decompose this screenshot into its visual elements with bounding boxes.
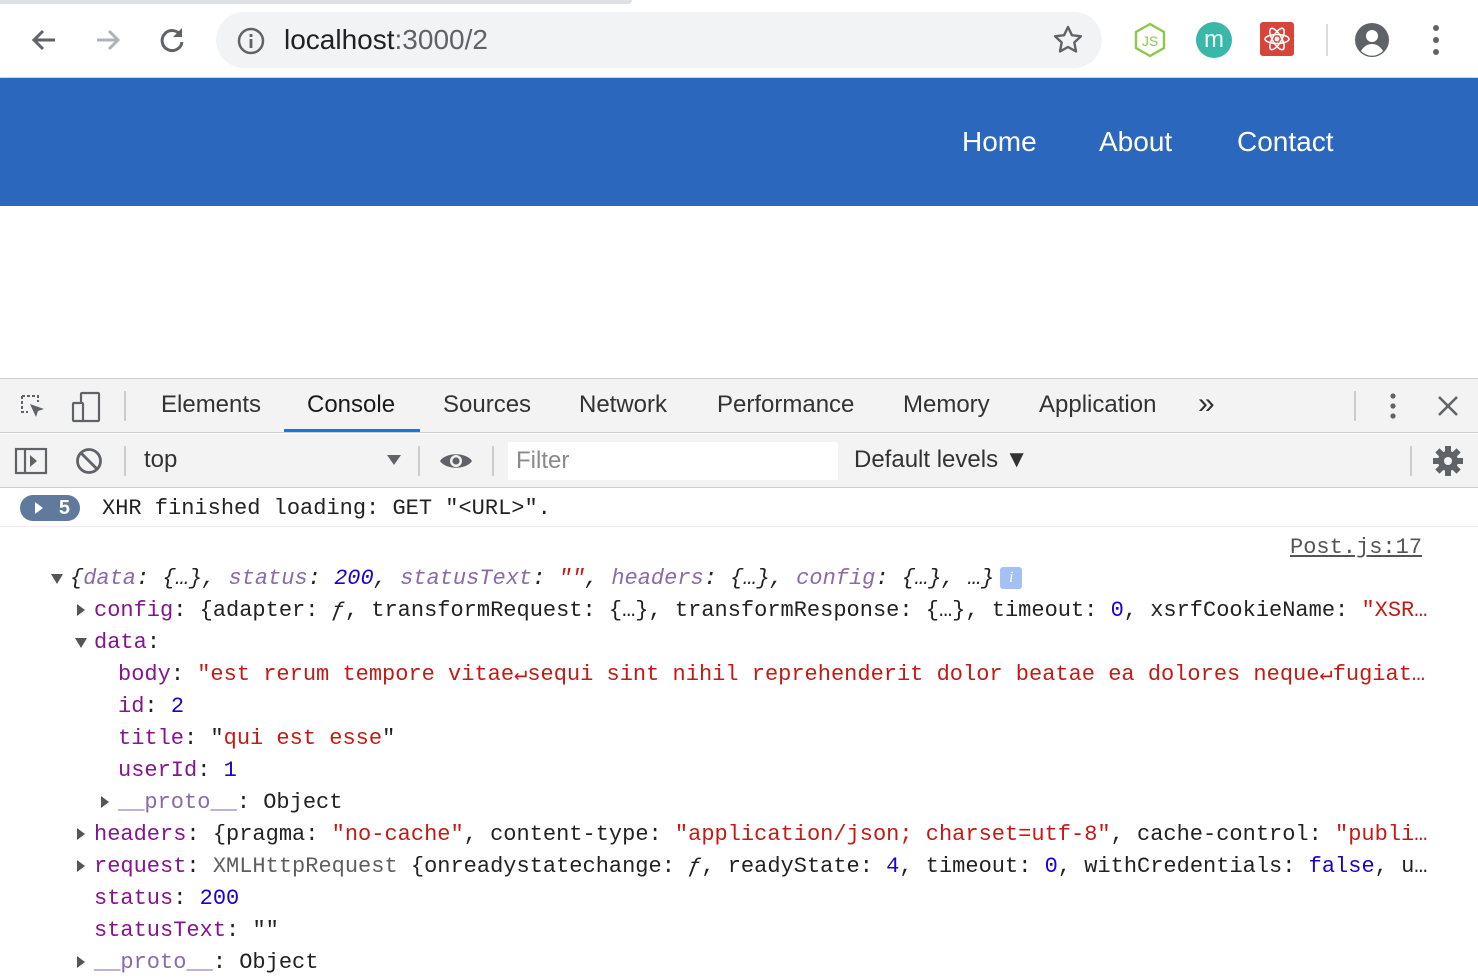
collapse-triangle-icon[interactable] [74,637,88,649]
tab-application[interactable]: Application [1039,391,1156,419]
headers-property[interactable]: headers: {pragma: "no-cache", content-ty… [94,819,1427,851]
statustext-property: statusText: "" [94,918,279,943]
devtools-tab-bar: Elements Console Sources Network Perform… [0,379,1478,433]
browser-toolbar: localhost:3000/2 JS m [0,0,1478,78]
active-tab-indicator [284,429,420,432]
nav-link-about[interactable]: About [1099,126,1172,158]
context-selector[interactable]: top [144,446,177,474]
atom-icon [1264,27,1290,51]
config-property[interactable]: config: {adapter: ƒ, transformRequest: {… [94,595,1427,627]
info-badge-icon[interactable]: i [1000,567,1023,589]
toggle-sidebar-icon[interactable] [14,446,48,476]
svg-text:JS: JS [1142,33,1158,49]
app-navbar: Home About Contact [0,78,1478,206]
source-link[interactable]: Post.js:17 [1290,535,1422,560]
title-property: title: "qui est esse" [118,726,396,751]
profile-avatar-icon[interactable] [1354,22,1390,58]
id-property: id: 2 [118,694,185,719]
inspect-cursor-icon [21,395,44,417]
url-host: localhost [284,24,395,55]
arrow-left-icon [31,29,55,51]
console-filter-input[interactable] [508,442,838,480]
data-proto-property[interactable]: __proto__: Object [118,787,342,819]
tab-separator-right [1354,391,1356,421]
inspect-element-button[interactable] [16,391,50,423]
device-toolbar-button[interactable] [68,391,104,423]
bar-separator-3 [492,446,494,476]
nodejs-extension-icon[interactable]: JS [1132,22,1168,58]
collapse-triangle-icon[interactable] [50,573,64,585]
nav-link-home[interactable]: Home [962,126,1037,158]
tab-elements[interactable]: Elements [161,391,261,419]
back-button[interactable] [24,20,64,60]
userid-property: userId: 1 [118,758,237,783]
live-expression-eye-icon[interactable] [438,448,474,474]
extension-m-icon[interactable]: m [1196,22,1232,58]
expand-triangle-icon[interactable] [76,955,86,969]
devtools-panel: Elements Console Sources Network Perform… [0,378,1478,980]
chrome-menu-icon[interactable] [1422,22,1450,58]
repeat-count-badge[interactable]: 5 [20,495,80,521]
expand-triangle-icon[interactable] [76,859,86,873]
bar-separator-2 [418,446,420,476]
expand-triangle-icon[interactable] [76,827,86,841]
tab-sources[interactable]: Sources [443,391,531,419]
reload-button[interactable] [152,20,192,60]
close-devtools-icon[interactable] [1436,394,1460,418]
tab-memory[interactable]: Memory [903,391,990,419]
tab-performance[interactable]: Performance [717,391,854,419]
log-levels-dropdown[interactable]: Default levels ▼ [854,446,1029,474]
tab-network[interactable]: Network [579,391,667,419]
forward-button[interactable] [88,20,128,60]
xhr-message-text: XHR finished loading: GET "<URL>". [102,496,551,521]
console-settings-gear-icon[interactable] [1432,445,1464,477]
react-devtools-extension-icon[interactable] [1260,22,1294,56]
tab-separator [124,391,126,421]
console-message-xhr: 5 XHR finished loading: GET "<URL>". [0,489,1478,527]
devtools-menu-icon[interactable] [1382,391,1404,421]
request-property[interactable]: request: XMLHttpRequest {onreadystatecha… [94,851,1427,883]
console-toolbar: top Default levels ▼ [0,434,1478,488]
expand-triangle-icon [35,502,43,514]
caret-down-icon[interactable] [386,454,402,466]
more-tabs-button[interactable]: » [1198,387,1215,421]
nav-link-contact[interactable]: Contact [1237,126,1334,158]
bar-separator [124,446,126,476]
bar-separator-4 [1410,446,1412,476]
tab-console[interactable]: Console [307,391,395,419]
address-bar[interactable]: localhost:3000/2 [216,12,1102,68]
reload-icon [160,28,184,52]
console-output: 5 XHR finished loading: GET "<URL>". Pos… [0,489,1478,980]
device-icon [71,391,101,423]
url-text: localhost:3000/2 [284,24,488,56]
url-path: :3000/2 [394,24,488,55]
star-icon[interactable] [1052,24,1084,56]
repeat-count: 5 [58,496,70,519]
expand-triangle-icon[interactable] [76,603,86,617]
body-property: body: "est rerum tempore vitae↵sequi sin… [118,662,1426,687]
page-content [0,206,1478,378]
info-icon[interactable] [236,26,266,56]
data-property[interactable]: data: [94,627,160,659]
arrow-right-icon [97,29,121,51]
status-property: status: 200 [94,886,240,911]
clear-console-icon[interactable] [74,446,104,476]
toolbar-separator [1326,24,1328,56]
proto-property[interactable]: __proto__: Object [94,947,318,979]
expand-triangle-icon[interactable] [100,795,110,809]
object-summary[interactable]: {data: {…}, status: 200, statusText: "",… [70,563,1023,595]
tab-strip-edge [0,0,632,4]
